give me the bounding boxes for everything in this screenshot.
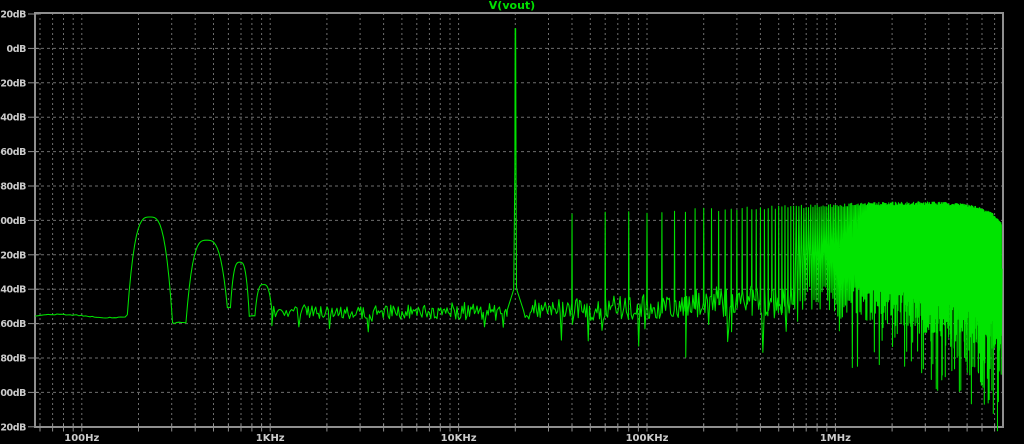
vout-trace	[35, 29, 1002, 431]
y-tick-label: -100dB	[0, 216, 26, 227]
waveform-viewer: V(vout) 20dB0dB-20dB-40dB-60dB-80dB-100d…	[0, 0, 1024, 444]
y-tick-label: 0dB	[7, 44, 27, 55]
y-tick-label: -160dB	[0, 319, 26, 330]
y-tick-label: -40dB	[0, 113, 26, 124]
y-tick-label: -200dB	[0, 388, 26, 399]
x-tick-label: 1KHz	[256, 433, 285, 444]
x-tick-label: 1MHz	[820, 433, 851, 444]
y-tick-label: -60dB	[0, 147, 26, 158]
x-tick-label: 10KHz	[441, 433, 477, 444]
x-axis-labels: 100Hz 1KHz 10KHz 100KHz 1MHz	[64, 433, 851, 444]
x-tick-label: 100Hz	[64, 433, 99, 444]
y-tick-label: -80dB	[0, 182, 26, 193]
y-tick-label: -180dB	[0, 354, 26, 365]
y-tick-label: -120dB	[0, 250, 26, 261]
x-tick-label: 100KHz	[626, 433, 669, 444]
y-tick-label: -220dB	[0, 422, 26, 433]
axis-ticks	[28, 14, 995, 432]
y-tick-label: -20dB	[0, 78, 26, 89]
y-tick-label: -140dB	[0, 285, 26, 296]
trace-legend-vout[interactable]: V(vout)	[0, 0, 1024, 13]
y-axis-labels: 20dB0dB-20dB-40dB-60dB-80dB-100dB-120dB-…	[0, 10, 26, 434]
fft-plot-canvas[interactable]: 20dB0dB-20dB-40dB-60dB-80dB-100dB-120dB-…	[0, 0, 1024, 444]
